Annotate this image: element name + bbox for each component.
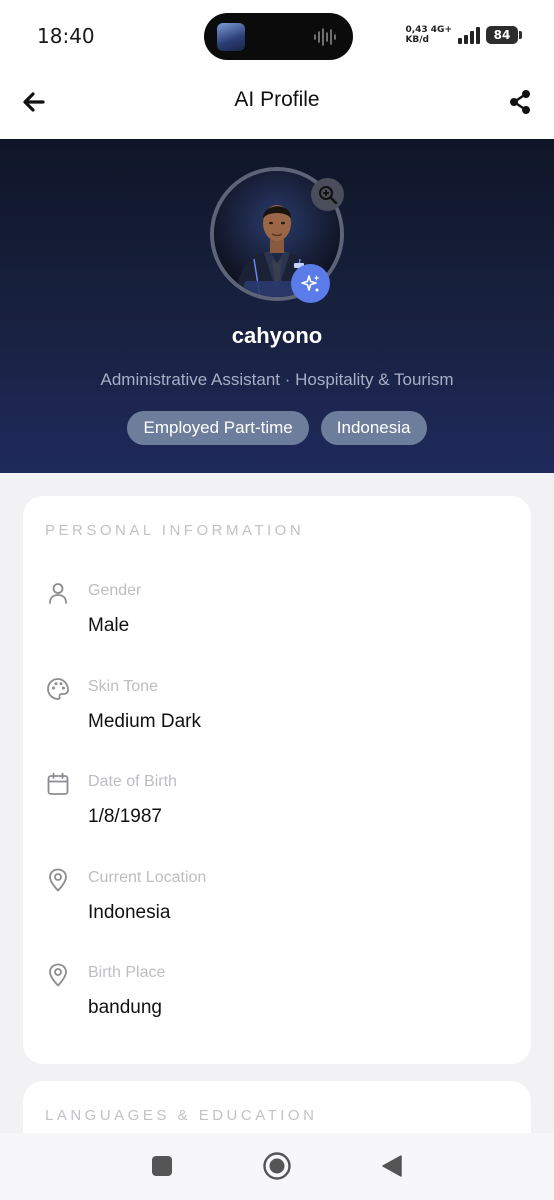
info-label: Birth Place xyxy=(88,964,166,981)
profile-tags: Employed Part-time Indonesia xyxy=(0,411,554,445)
back-nav-button[interactable] xyxy=(375,1149,409,1183)
profile-subtitle: Administrative Assistant · Hospitality &… xyxy=(100,370,454,389)
info-row-gender: Gender Male xyxy=(23,580,531,670)
square-icon xyxy=(152,1156,172,1176)
calendar-icon xyxy=(47,772,69,795)
ai-generate-button[interactable] xyxy=(291,264,330,303)
share-button[interactable] xyxy=(502,84,538,120)
person-icon xyxy=(49,583,67,604)
location-pin-icon xyxy=(49,963,67,987)
home-circle-icon xyxy=(263,1152,291,1180)
app-bar: AI Profile xyxy=(0,72,554,139)
media-thumbnail xyxy=(217,23,245,51)
palette-icon xyxy=(47,678,69,700)
zoom-in-icon xyxy=(318,185,337,204)
info-label: Skin Tone xyxy=(88,678,158,695)
section-title: LANGUAGES & EDUCATION xyxy=(45,1107,318,1124)
recents-button[interactable] xyxy=(145,1149,179,1183)
info-row-date-of-birth: Date of Birth 1/8/1987 xyxy=(23,771,531,861)
info-label: Current Location xyxy=(88,869,207,886)
sparkle-icon xyxy=(300,274,319,291)
section-title: PERSONAL INFORMATION xyxy=(45,522,305,539)
info-value: Male xyxy=(88,615,130,636)
info-row-skin-tone: Skin Tone Medium Dark xyxy=(23,676,531,766)
status-time: 18:40 xyxy=(37,24,95,48)
employment-tag: Employed Part-time xyxy=(127,411,309,445)
system-navigation-bar xyxy=(0,1133,554,1200)
info-value: Indonesia xyxy=(88,902,171,923)
zoom-button[interactable] xyxy=(311,178,344,211)
audio-wave-icon xyxy=(314,28,336,46)
status-bar: 18:40 0,43 4G+ KB/d 84 xyxy=(0,0,554,72)
info-value: Medium Dark xyxy=(88,711,201,732)
info-row-birth-place: Birth Place bandung xyxy=(23,962,531,1052)
status-indicators: 0,43 4G+ KB/d 84 xyxy=(405,22,522,48)
info-row-current-location: Current Location Indonesia xyxy=(23,867,531,957)
net-type: 4G+ xyxy=(430,25,452,35)
home-button[interactable] xyxy=(260,1149,294,1183)
info-value: 1/8/1987 xyxy=(88,806,162,827)
profile-hero: cahyono Administrative Assistant · Hospi… xyxy=(0,139,554,473)
dynamic-island[interactable] xyxy=(204,13,353,60)
battery-indicator: 84 xyxy=(486,26,522,44)
triangle-back-icon xyxy=(382,1155,402,1177)
net-unit: KB/d xyxy=(405,35,430,45)
info-value: bandung xyxy=(88,997,162,1018)
info-label: Gender xyxy=(88,582,142,599)
screen: 18:40 0,43 4G+ KB/d 84 AI Profile cahyon… xyxy=(0,0,554,1200)
personal-information-card: PERSONAL INFORMATION Gender Male Skin To… xyxy=(23,496,531,1064)
net-speed: 0,43 xyxy=(405,25,428,35)
network-info: 0,43 4G+ KB/d xyxy=(405,25,452,45)
share-icon xyxy=(510,90,530,114)
country-tag: Indonesia xyxy=(320,411,427,445)
page-title: AI Profile xyxy=(234,88,320,111)
location-pin-icon xyxy=(49,868,67,892)
info-label: Date of Birth xyxy=(88,773,177,790)
profile-name: cahyono xyxy=(231,323,323,348)
signal-icon xyxy=(458,27,480,44)
